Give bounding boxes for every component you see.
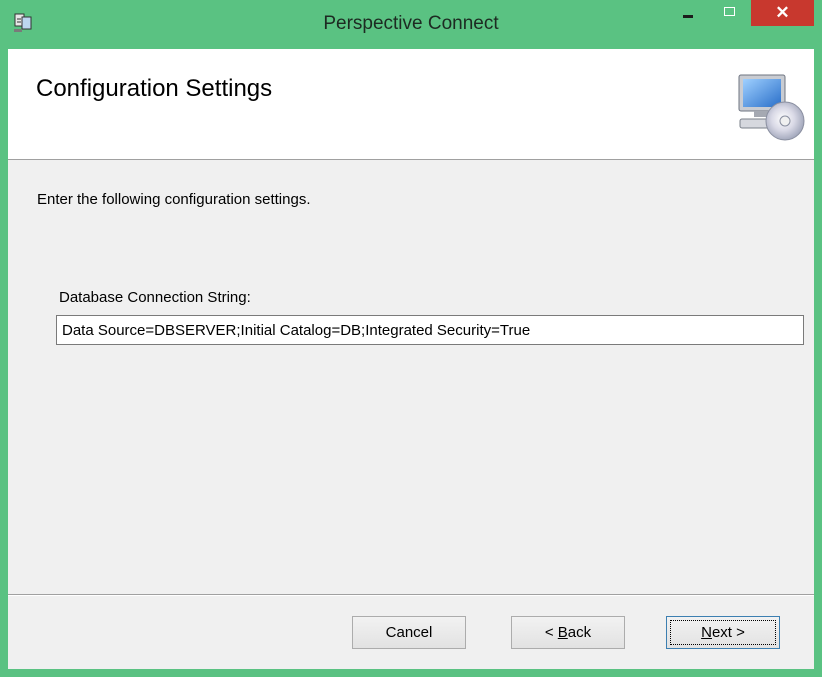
installer-window: Perspective Connect ✕ Configuration Sett…: [0, 0, 822, 677]
connection-string-label: Database Connection String:: [59, 289, 251, 306]
back-button[interactable]: < Back: [511, 616, 625, 649]
computer-disc-icon: [738, 74, 805, 141]
close-icon: ✕: [775, 3, 790, 22]
back-arrow: <: [544, 624, 558, 641]
footer-divider: [8, 594, 814, 596]
next-label-rest: ext >: [711, 624, 745, 641]
title-bar[interactable]: Perspective Connect ✕: [0, 0, 822, 49]
minimize-button[interactable]: [672, 0, 704, 26]
page-title: Configuration Settings: [36, 75, 273, 102]
maximize-button[interactable]: [715, 0, 745, 26]
next-button[interactable]: Next >: [666, 616, 780, 649]
dialog-client-area: Configuration Settings Enter the followi…: [8, 49, 814, 669]
back-mnemonic: B: [557, 624, 568, 641]
next-mnemonic: N: [701, 624, 712, 641]
cancel-button[interactable]: Cancel: [352, 616, 466, 649]
close-button[interactable]: ✕: [751, 0, 814, 26]
back-label-rest: ack: [567, 624, 592, 641]
instructions-text: Enter the following configuration settin…: [37, 191, 311, 208]
connection-string-input[interactable]: [56, 315, 804, 345]
dialog-header: Configuration Settings: [8, 49, 814, 160]
